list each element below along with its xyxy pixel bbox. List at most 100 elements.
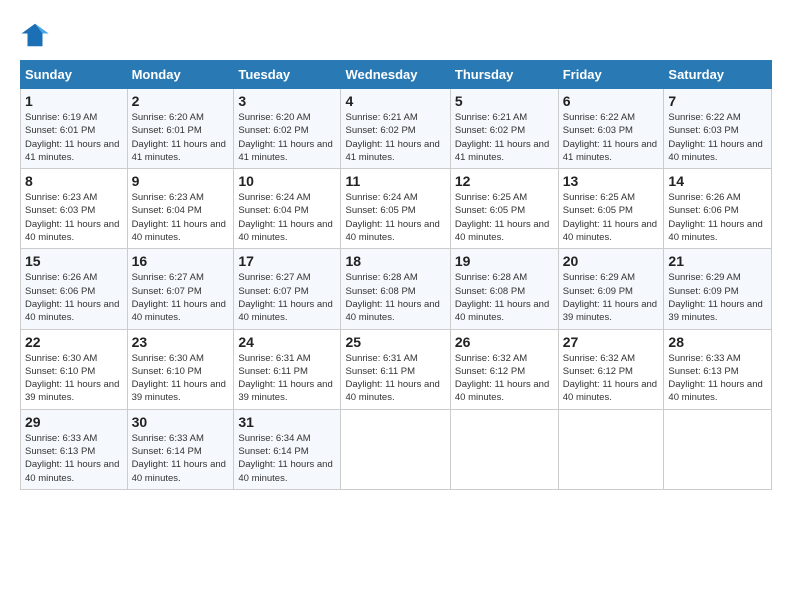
day-number: 27: [563, 334, 660, 350]
day-detail: Sunrise: 6:27 AMSunset: 6:07 PMDaylight:…: [132, 271, 230, 324]
calendar-table: SundayMondayTuesdayWednesdayThursdayFrid…: [20, 60, 772, 490]
day-detail: Sunrise: 6:23 AMSunset: 6:04 PMDaylight:…: [132, 191, 230, 244]
day-number: 2: [132, 93, 230, 109]
day-number: 5: [455, 93, 554, 109]
day-detail: Sunrise: 6:24 AMSunset: 6:05 PMDaylight:…: [345, 191, 445, 244]
day-number: 25: [345, 334, 445, 350]
calendar-cell: 15Sunrise: 6:26 AMSunset: 6:06 PMDayligh…: [21, 249, 128, 329]
calendar-week-row: 1Sunrise: 6:19 AMSunset: 6:01 PMDaylight…: [21, 89, 772, 169]
day-number: 26: [455, 334, 554, 350]
day-number: 1: [25, 93, 123, 109]
calendar-cell: 3 Sunrise: 6:20 AMSunset: 6:02 PMDaylight…: [234, 89, 341, 169]
day-number: 30: [132, 414, 230, 430]
day-detail: Sunrise: 6:25 AMSunset: 6:05 PMDaylight:…: [455, 191, 554, 244]
calendar-week-row: 8 Sunrise: 6:23 AMSunset: 6:03 PMDaylight…: [21, 169, 772, 249]
day-detail: Sunrise: 6:33 AMSunset: 6:13 PMDaylight:…: [25, 432, 123, 485]
day-detail: Sunrise: 6:29 AMSunset: 6:09 PMDaylight:…: [563, 271, 660, 324]
header-day: Sunday: [21, 61, 128, 89]
calendar-cell: 9 Sunrise: 6:23 AMSunset: 6:04 PMDaylight…: [127, 169, 234, 249]
calendar-header: SundayMondayTuesdayWednesdayThursdayFrid…: [21, 61, 772, 89]
day-detail: Sunrise: 6:33 AMSunset: 6:13 PMDaylight:…: [668, 352, 767, 405]
calendar-cell: [341, 409, 450, 489]
calendar-cell: 7 Sunrise: 6:22 AMSunset: 6:03 PMDaylight…: [664, 89, 772, 169]
day-detail: Sunrise: 6:21 AMSunset: 6:02 PMDaylight:…: [455, 111, 554, 164]
day-number: 19: [455, 253, 554, 269]
day-detail: Sunrise: 6:22 AMSunset: 6:03 PMDaylight:…: [563, 111, 660, 164]
day-detail: Sunrise: 6:26 AMSunset: 6:06 PMDaylight:…: [668, 191, 767, 244]
day-detail: Sunrise: 6:20 AMSunset: 6:02 PMDaylight:…: [238, 111, 336, 164]
calendar-cell: [664, 409, 772, 489]
header-day: Thursday: [450, 61, 558, 89]
day-detail: Sunrise: 6:30 AMSunset: 6:10 PMDaylight:…: [132, 352, 230, 405]
calendar-cell: 6Sunrise: 6:22 AMSunset: 6:03 PMDaylight…: [558, 89, 664, 169]
calendar-cell: 31Sunrise: 6:34 AMSunset: 6:14 PMDayligh…: [234, 409, 341, 489]
header-day: Tuesday: [234, 61, 341, 89]
day-detail: Sunrise: 6:26 AMSunset: 6:06 PMDaylight:…: [25, 271, 123, 324]
day-detail: Sunrise: 6:28 AMSunset: 6:08 PMDaylight:…: [455, 271, 554, 324]
calendar-cell: 29 Sunrise: 6:33 AMSunset: 6:13 PMDayligh…: [21, 409, 128, 489]
day-detail: Sunrise: 6:20 AMSunset: 6:01 PMDaylight:…: [132, 111, 230, 164]
day-number: 21: [668, 253, 767, 269]
day-detail: Sunrise: 6:34 AMSunset: 6:14 PMDaylight:…: [238, 432, 336, 485]
day-detail: Sunrise: 6:28 AMSunset: 6:08 PMDaylight:…: [345, 271, 445, 324]
day-detail: Sunrise: 6:23 AMSunset: 6:03 PMDaylight:…: [25, 191, 123, 244]
logo-icon: [20, 20, 50, 50]
day-number: 4: [345, 93, 445, 109]
day-number: 8: [25, 173, 123, 189]
calendar-cell: 5 Sunrise: 6:21 AMSunset: 6:02 PMDaylight…: [450, 89, 558, 169]
day-detail: Sunrise: 6:33 AMSunset: 6:14 PMDaylight:…: [132, 432, 230, 485]
day-detail: Sunrise: 6:25 AMSunset: 6:05 PMDaylight:…: [563, 191, 660, 244]
calendar-cell: 14 Sunrise: 6:26 AMSunset: 6:06 PMDayligh…: [664, 169, 772, 249]
day-detail: Sunrise: 6:21 AMSunset: 6:02 PMDaylight:…: [345, 111, 445, 164]
calendar-cell: 26 Sunrise: 6:32 AMSunset: 6:12 PMDayligh…: [450, 329, 558, 409]
day-number: 11: [345, 173, 445, 189]
calendar-cell: 12Sunrise: 6:25 AMSunset: 6:05 PMDayligh…: [450, 169, 558, 249]
calendar-cell: 10 Sunrise: 6:24 AMSunset: 6:04 PMDayligh…: [234, 169, 341, 249]
day-number: 17: [238, 253, 336, 269]
day-detail: Sunrise: 6:32 AMSunset: 6:12 PMDaylight:…: [455, 352, 554, 405]
day-number: 24: [238, 334, 336, 350]
page-header: [20, 20, 772, 50]
calendar-cell: 23 Sunrise: 6:30 AMSunset: 6:10 PMDayligh…: [127, 329, 234, 409]
day-number: 28: [668, 334, 767, 350]
day-detail: Sunrise: 6:24 AMSunset: 6:04 PMDaylight:…: [238, 191, 336, 244]
day-number: 23: [132, 334, 230, 350]
calendar-cell: 18 Sunrise: 6:28 AMSunset: 6:08 PMDayligh…: [341, 249, 450, 329]
day-number: 10: [238, 173, 336, 189]
calendar-week-row: 29 Sunrise: 6:33 AMSunset: 6:13 PMDayligh…: [21, 409, 772, 489]
calendar-cell: 30 Sunrise: 6:33 AMSunset: 6:14 PMDayligh…: [127, 409, 234, 489]
day-number: 7: [668, 93, 767, 109]
calendar-cell: 17 Sunrise: 6:27 AMSunset: 6:07 PMDayligh…: [234, 249, 341, 329]
day-detail: Sunrise: 6:22 AMSunset: 6:03 PMDaylight:…: [668, 111, 767, 164]
day-detail: Sunrise: 6:32 AMSunset: 6:12 PMDaylight:…: [563, 352, 660, 405]
calendar-cell: 13 Sunrise: 6:25 AMSunset: 6:05 PMDayligh…: [558, 169, 664, 249]
day-number: 13: [563, 173, 660, 189]
day-number: 22: [25, 334, 123, 350]
calendar-cell: 16Sunrise: 6:27 AMSunset: 6:07 PMDayligh…: [127, 249, 234, 329]
day-detail: Sunrise: 6:30 AMSunset: 6:10 PMDaylight:…: [25, 352, 123, 405]
day-detail: Sunrise: 6:27 AMSunset: 6:07 PMDaylight:…: [238, 271, 336, 324]
day-number: 20: [563, 253, 660, 269]
header-day: Wednesday: [341, 61, 450, 89]
calendar-cell: 8 Sunrise: 6:23 AMSunset: 6:03 PMDaylight…: [21, 169, 128, 249]
calendar-cell: 28 Sunrise: 6:33 AMSunset: 6:13 PMDayligh…: [664, 329, 772, 409]
header-row: SundayMondayTuesdayWednesdayThursdayFrid…: [21, 61, 772, 89]
day-number: 14: [668, 173, 767, 189]
calendar-week-row: 15Sunrise: 6:26 AMSunset: 6:06 PMDayligh…: [21, 249, 772, 329]
calendar-cell: 20 Sunrise: 6:29 AMSunset: 6:09 PMDayligh…: [558, 249, 664, 329]
calendar-cell: 19 Sunrise: 6:28 AMSunset: 6:08 PMDayligh…: [450, 249, 558, 329]
day-number: 9: [132, 173, 230, 189]
calendar-cell: 25Sunrise: 6:31 AMSunset: 6:11 PMDayligh…: [341, 329, 450, 409]
day-number: 3: [238, 93, 336, 109]
day-number: 29: [25, 414, 123, 430]
calendar-cell: 22 Sunrise: 6:30 AMSunset: 6:10 PMDayligh…: [21, 329, 128, 409]
calendar-cell: 24Sunrise: 6:31 AMSunset: 6:11 PMDayligh…: [234, 329, 341, 409]
day-number: 18: [345, 253, 445, 269]
calendar-cell: 21Sunrise: 6:29 AMSunset: 6:09 PMDayligh…: [664, 249, 772, 329]
calendar-week-row: 22 Sunrise: 6:30 AMSunset: 6:10 PMDayligh…: [21, 329, 772, 409]
calendar-cell: [558, 409, 664, 489]
header-day: Saturday: [664, 61, 772, 89]
calendar-body: 1Sunrise: 6:19 AMSunset: 6:01 PMDaylight…: [21, 89, 772, 490]
calendar-cell: 2 Sunrise: 6:20 AMSunset: 6:01 PMDaylight…: [127, 89, 234, 169]
logo: [20, 20, 54, 50]
